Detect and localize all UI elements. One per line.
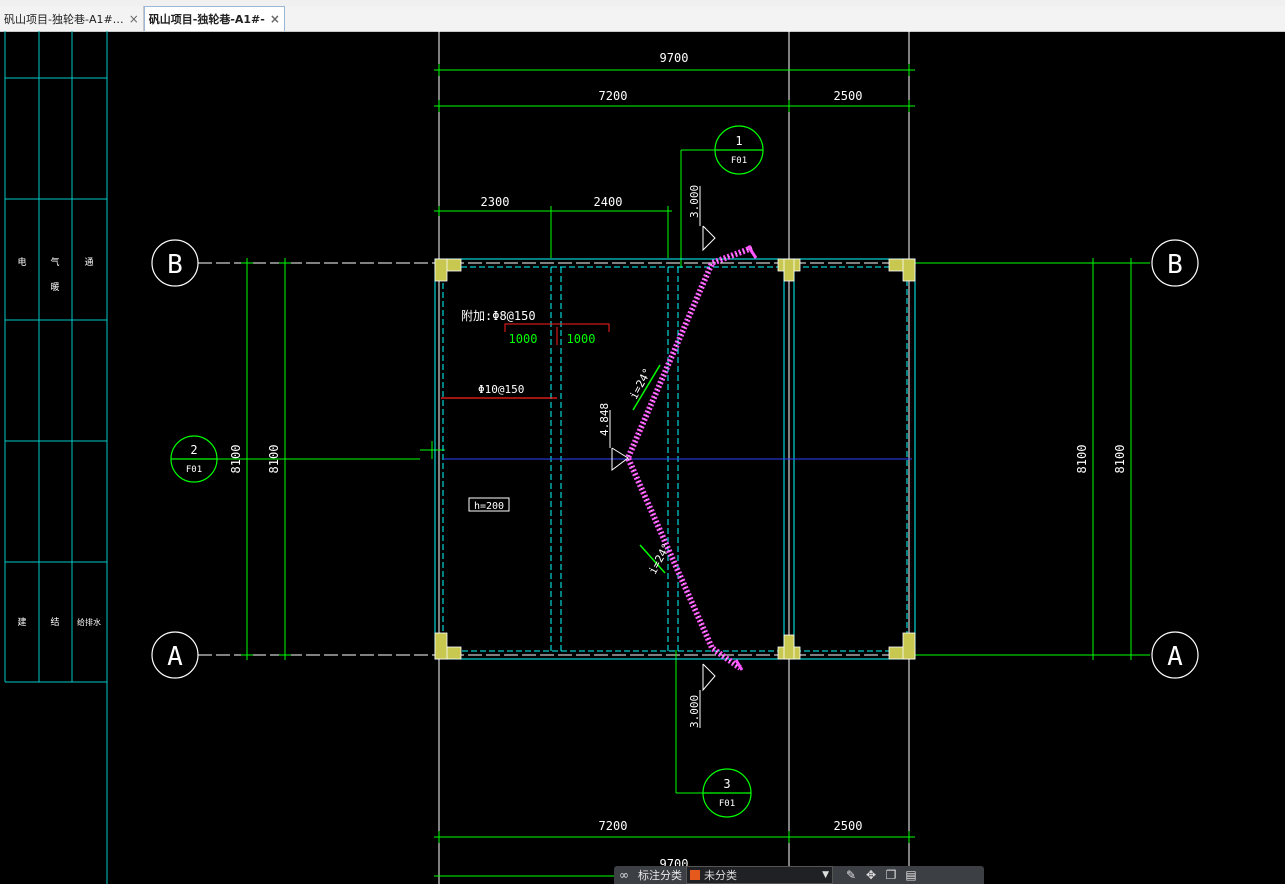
dim-sub-b: 2400: [594, 195, 623, 209]
section-1-num: 1: [735, 134, 742, 148]
rebar-dim-1: 1000: [509, 332, 538, 346]
slope-label-bottom: i=24°: [646, 541, 673, 576]
edit-icon[interactable]: ✎: [841, 868, 861, 882]
chevron-down-icon: ▼: [822, 870, 829, 880]
title-block: [4, 31, 108, 884]
elevation-labels: 3.000 4.848 3.000: [598, 185, 701, 728]
layers-icon[interactable]: ▤: [901, 868, 921, 882]
move-icon[interactable]: ✥: [861, 868, 881, 882]
dim-top-left: 7200: [599, 89, 628, 103]
tab-drawing-2[interactable]: 矾山项目-独轮巷-A1#- ×: [143, 6, 285, 31]
title-cell-water: 给排水: [77, 617, 101, 627]
stair-slope: [624, 245, 758, 671]
rebar-dim-2: 1000: [567, 332, 596, 346]
grid-label-a-left: A: [167, 642, 183, 672]
link-icon[interactable]: ∞: [614, 868, 634, 882]
slab-thickness-tag: h=200: [468, 497, 510, 512]
elevation-bottom: 3.000: [688, 695, 701, 728]
title-cell-tong: 通: [84, 257, 93, 268]
dim-top-total: 9700: [660, 51, 689, 65]
rebar-label-left: Φ10@150: [478, 383, 524, 396]
tab-label: 矾山项目-独轮巷-A1#…: [4, 12, 124, 26]
category-value: 未分类: [704, 869, 737, 882]
dim-bottom-right: 2500: [834, 819, 863, 833]
category-color-swatch: [690, 870, 700, 880]
title-cell-elec: 电: [17, 256, 26, 268]
annotation-toolbar: ∞ 标注分类 未分类 ▼ ✎ ✥ ❐ ▤: [614, 866, 984, 884]
category-dropdown[interactable]: 未分类 ▼: [686, 866, 833, 884]
tab-bar: 矾山项目-独轮巷-A1#… × 矾山项目-独轮巷-A1#- ×: [0, 6, 1285, 32]
section-3-num: 3: [723, 777, 730, 791]
section-2-ref: F01: [186, 465, 202, 475]
elevation-mid: 4.848: [598, 403, 611, 436]
dim-top-right: 2500: [834, 89, 863, 103]
rebar-annotations: 附加:Φ8@150 Φ10@150 1000 1000: [441, 309, 610, 399]
dimension-lines: [217, 64, 1150, 877]
grid-label-a-right: A: [1167, 642, 1183, 672]
title-block-labels: 电 气 通 暖 建 结 给排水: [17, 256, 101, 628]
dim-vertical-right-2: 8100: [1113, 445, 1127, 474]
title-cell-jie: 结: [50, 616, 59, 628]
slope-label-top: i=24°: [627, 366, 654, 401]
rebar-label-top: 附加:Φ8@150: [461, 309, 536, 323]
dim-vertical-right-1: 8100: [1075, 445, 1089, 474]
title-cell-jian: 建: [17, 616, 26, 628]
grid-bubble-labels: B B A A: [167, 250, 1183, 672]
vertical-grid-lines: [438, 31, 910, 884]
annotation-category-label: 标注分类: [638, 869, 682, 882]
dim-bottom-left: 7200: [599, 819, 628, 833]
grid-label-b-left: B: [167, 250, 183, 280]
dim-vertical-left-2: 8100: [267, 445, 281, 474]
title-cell-qi: 气: [50, 256, 59, 268]
dim-sub-a: 2300: [481, 195, 510, 209]
section-2-num: 2: [190, 443, 197, 457]
dim-vertical-left-1: 8100: [229, 445, 243, 474]
grid-label-b-right: B: [1167, 250, 1183, 280]
title-cell-nuan: 暖: [50, 281, 59, 293]
close-icon[interactable]: ×: [129, 12, 139, 26]
section-3-ref: F01: [719, 799, 735, 809]
section-1-ref: F01: [731, 156, 747, 166]
cad-drawing-canvas[interactable]: 电 气 通 暖 建 结 给排水 B B A A 9700 7200 2500 2…: [0, 31, 1285, 884]
tab-drawing-1[interactable]: 矾山项目-独轮巷-A1#… ×: [0, 6, 144, 31]
slab-thickness-label: h=200: [474, 501, 504, 512]
section-mark-circles: [170, 125, 764, 818]
tab-label: 矾山项目-独轮巷-A1#-: [148, 13, 265, 26]
elevation-top: 3.000: [688, 185, 701, 218]
close-icon[interactable]: ×: [270, 12, 280, 26]
copy-icon[interactable]: ❐: [881, 868, 901, 882]
